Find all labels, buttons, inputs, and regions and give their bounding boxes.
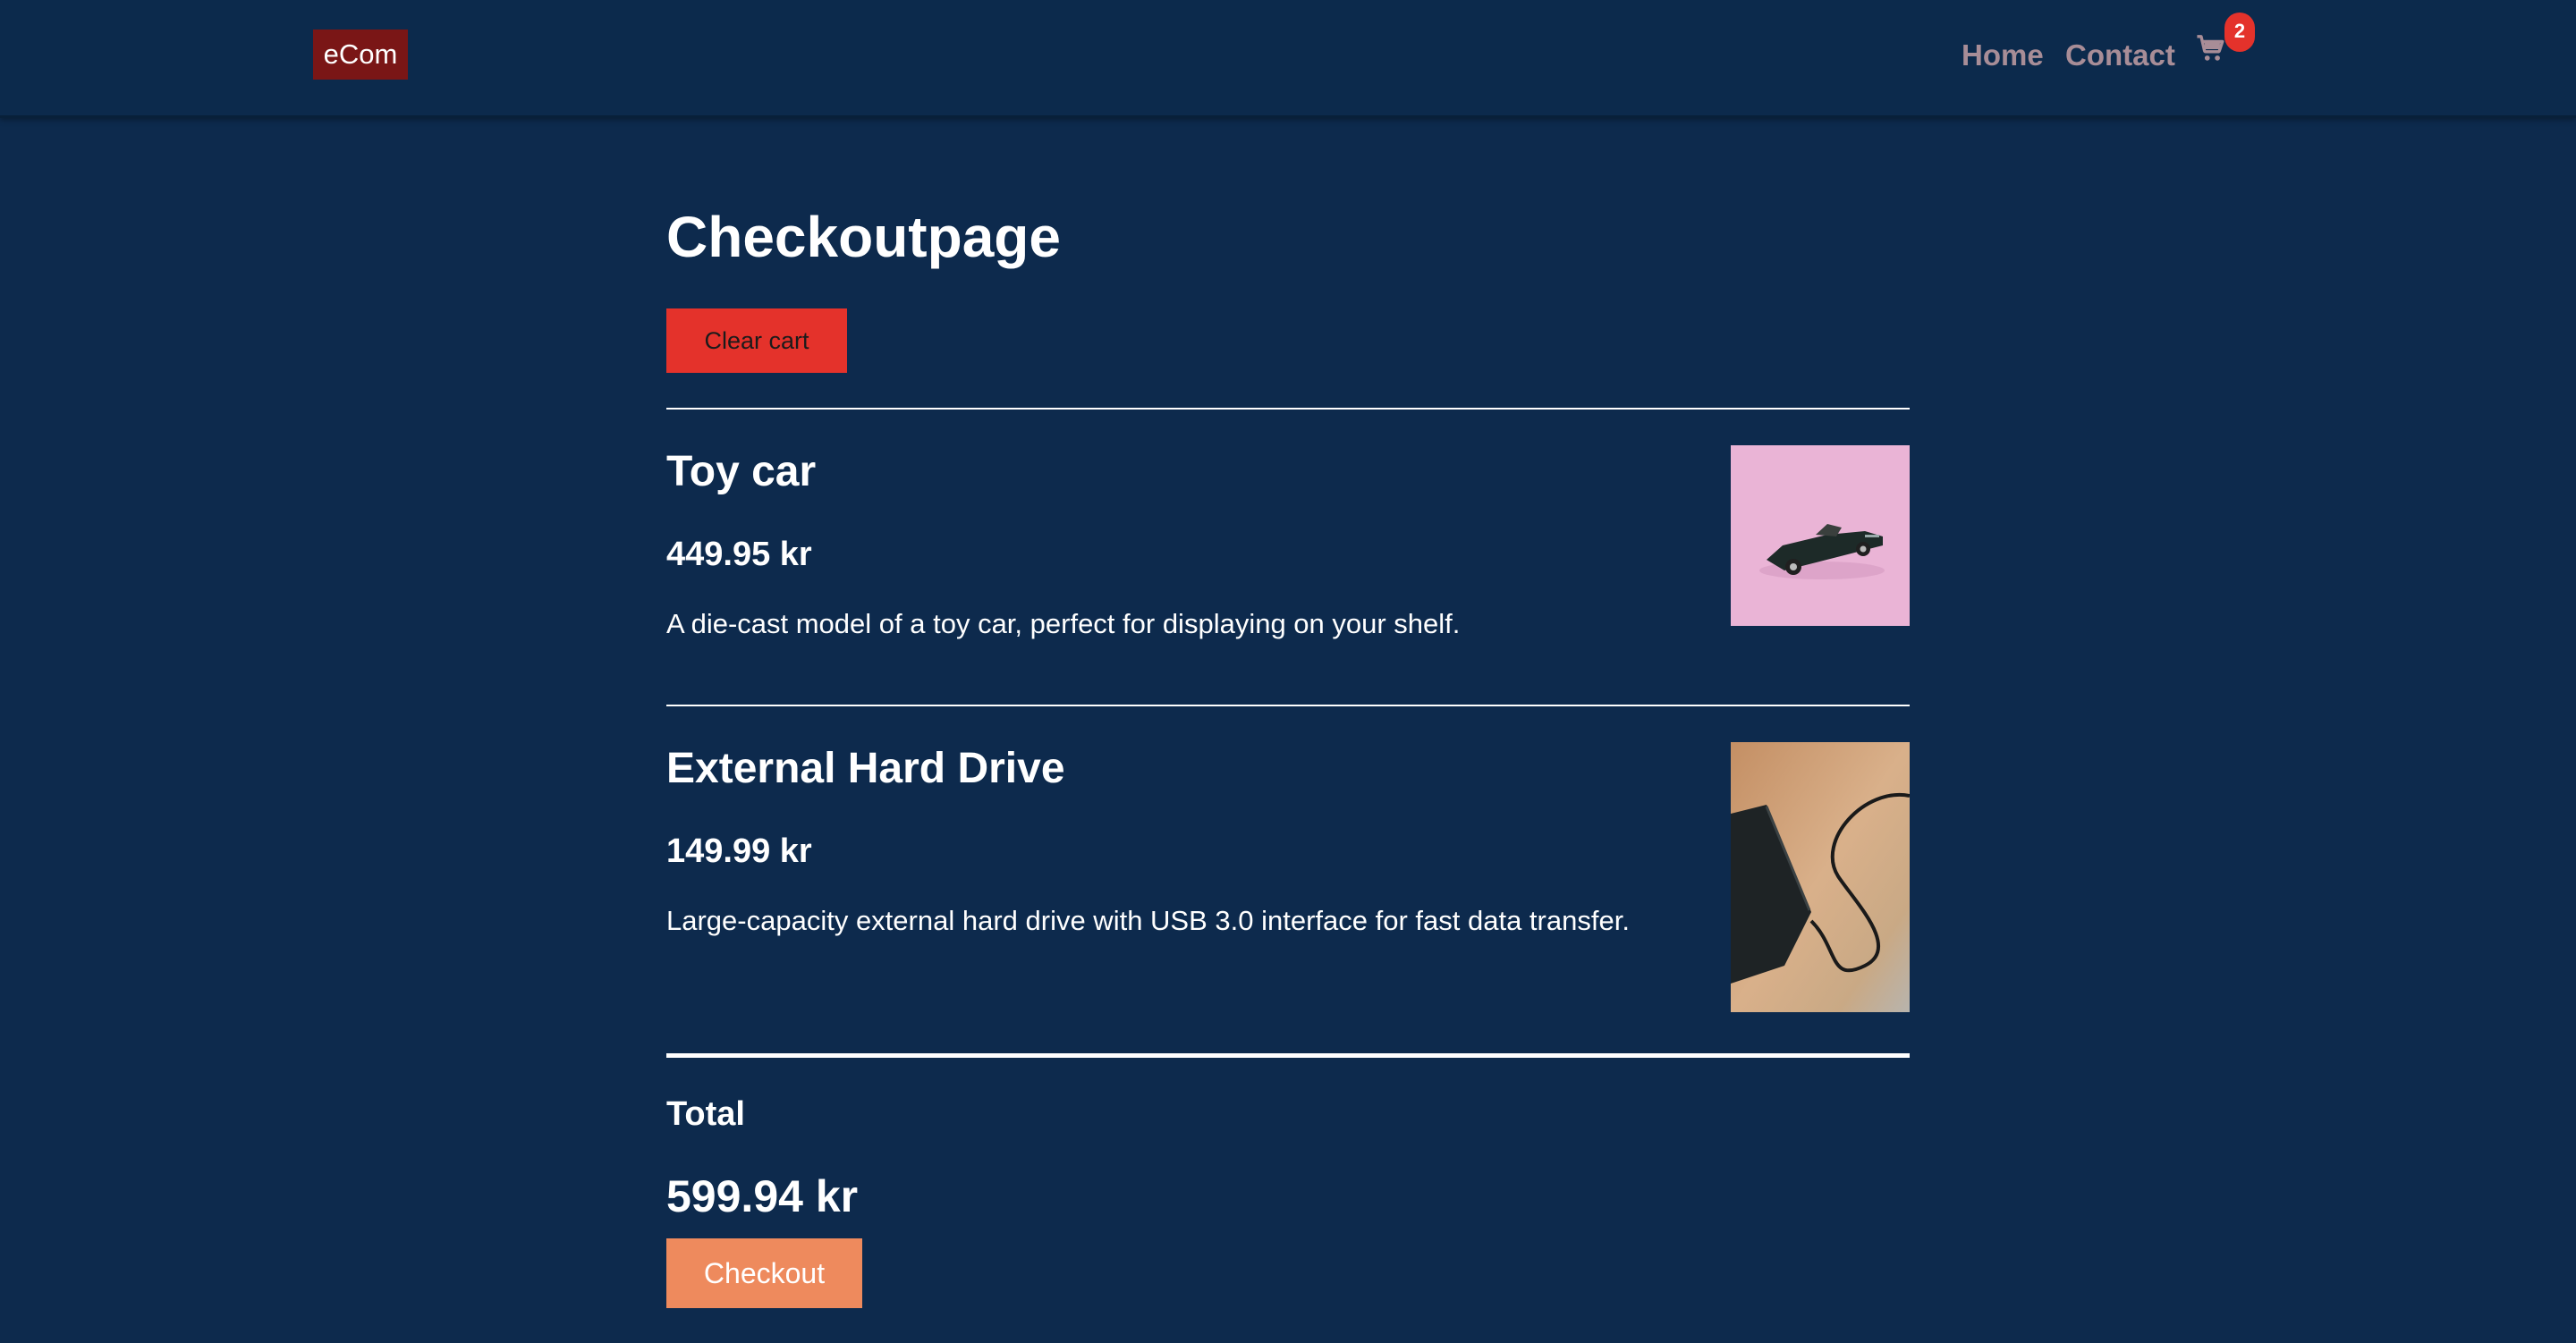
total-value: 599.94 kr [666,1171,859,1221]
checkout-button[interactable]: Checkout [666,1238,862,1308]
hard-drive-image [1731,742,1910,1012]
logo[interactable]: eCom [313,30,408,80]
cart-glyph [2197,35,2224,61]
item-name: Toy car [666,448,817,495]
page-title: Checkoutpage [666,205,1061,269]
total-divider [666,1053,1910,1058]
divider [666,408,1910,410]
site-header: eCom Home Contact 2 [0,0,2576,118]
clear-cart-button[interactable]: Clear cart [666,308,847,373]
toy-car-image [1731,445,1910,626]
item-price: 149.99 kr [666,832,812,870]
total-label: Total [666,1095,745,1133]
item-description: A die-cast model of a toy car, perfect f… [666,608,1461,639]
nav-contact-link[interactable]: Contact [2065,36,2175,75]
divider [666,705,1910,706]
nav-home-link[interactable]: Home [1962,36,2044,75]
item-name: External Hard Drive [666,745,1065,792]
item-description: Large-capacity external hard drive with … [666,905,1630,936]
item-price: 449.95 kr [666,536,812,573]
cart-count-badge: 2 [2224,13,2255,52]
